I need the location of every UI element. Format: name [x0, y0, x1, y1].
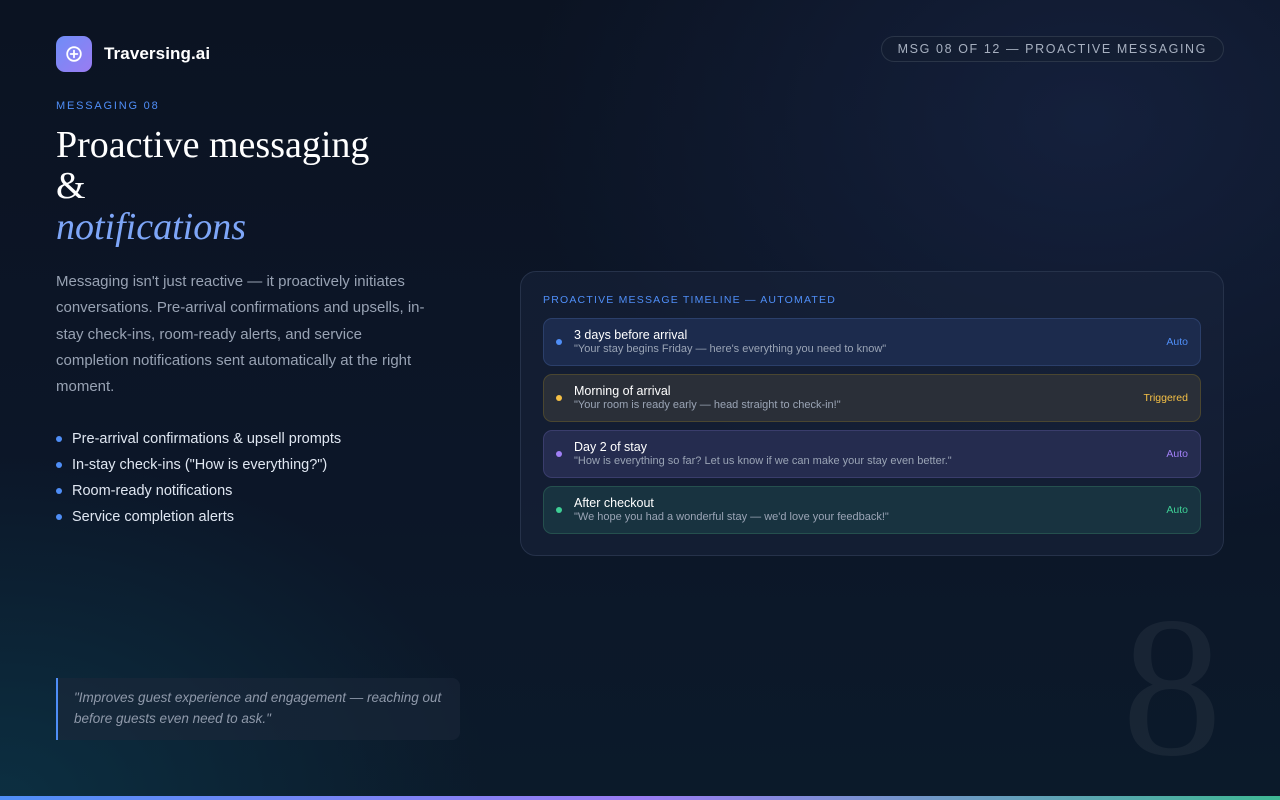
status-dot-icon	[556, 451, 562, 457]
title-accent: notifications	[56, 206, 246, 248]
bullet-dot-icon	[56, 514, 62, 520]
status-badge: Triggered	[1143, 392, 1188, 404]
timeline-card: PROACTIVE MESSAGE TIMELINE — AUTOMATED 3…	[520, 271, 1224, 556]
slide-counter-pill: MSG 08 OF 12 — PROACTIVE MESSAGING	[880, 36, 1224, 62]
timeline-item-label: 3 days before arrival	[574, 328, 688, 342]
timeline-item-text: After checkout "We hope you had a wonder…	[574, 496, 1166, 524]
feature-label: Pre-arrival confirmations & upsell promp…	[72, 431, 342, 447]
timeline-item-message: "Your stay begins Friday — here's everyt…	[574, 343, 887, 355]
testimonial-quote: "Improves guest experience and engagemen…	[56, 678, 460, 740]
timeline-item-text: Morning of arrival "Your room is ready e…	[574, 384, 1143, 412]
title-line-2: &	[56, 165, 86, 207]
timeline-item-message: "How is everything so far? Let us know i…	[574, 455, 952, 467]
timeline-item-message: "Your room is ready early — head straigh…	[574, 399, 841, 411]
feature-item: Service completion alerts	[56, 504, 341, 530]
timeline-item: After checkout "We hope you had a wonder…	[543, 486, 1201, 534]
feature-label: In-stay check-ins ("How is everything?")	[72, 457, 328, 473]
timeline-item: Day 2 of stay "How is everything so far?…	[543, 430, 1201, 478]
timeline-item-text: Day 2 of stay "How is everything so far?…	[574, 440, 1166, 468]
bullet-dot-icon	[56, 462, 62, 468]
timeline-item-message: "We hope you had a wonderful stay — we'd…	[574, 511, 889, 523]
status-dot-icon	[556, 339, 562, 345]
feature-label: Room-ready notifications	[72, 483, 233, 499]
bullet-dot-icon	[56, 488, 62, 494]
timeline-item-label: After checkout	[574, 496, 654, 510]
status-dot-icon	[556, 507, 562, 513]
page-title: Proactive messaging & notifications	[56, 125, 386, 248]
timeline-list: 3 days before arrival "Your stay begins …	[543, 318, 1201, 534]
status-dot-icon	[556, 395, 562, 401]
slide-number-watermark: 8	[1122, 577, 1222, 798]
status-badge: Auto	[1166, 336, 1188, 348]
timeline-item-label: Morning of arrival	[574, 384, 671, 398]
timeline-item: 3 days before arrival "Your stay begins …	[543, 318, 1201, 366]
feature-item: Room-ready notifications	[56, 478, 341, 504]
feature-label: Service completion alerts	[72, 509, 234, 525]
plus-circle-icon	[56, 36, 92, 72]
feature-list: Pre-arrival confirmations & upsell promp…	[56, 426, 341, 530]
timeline-item-text: 3 days before arrival "Your stay begins …	[574, 328, 1166, 356]
timeline-title: PROACTIVE MESSAGE TIMELINE — AUTOMATED	[543, 294, 836, 306]
bottom-accent-bar	[0, 796, 1280, 800]
status-badge: Auto	[1166, 504, 1188, 516]
feature-item: Pre-arrival confirmations & upsell promp…	[56, 426, 341, 452]
description: Messaging isn't just reactive — it proac…	[56, 273, 425, 396]
brand-name: Traversing.ai	[104, 44, 211, 63]
status-badge: Auto	[1166, 448, 1188, 460]
bullet-dot-icon	[56, 436, 62, 442]
timeline-item: Morning of arrival "Your room is ready e…	[543, 374, 1201, 422]
feature-item: In-stay check-ins ("How is everything?")	[56, 452, 341, 478]
section-eyebrow: MESSAGING 08	[56, 100, 160, 112]
brand: Traversing.ai	[56, 36, 210, 72]
timeline-item-label: Day 2 of stay	[574, 440, 647, 454]
title-line-1: Proactive messaging	[56, 124, 370, 166]
